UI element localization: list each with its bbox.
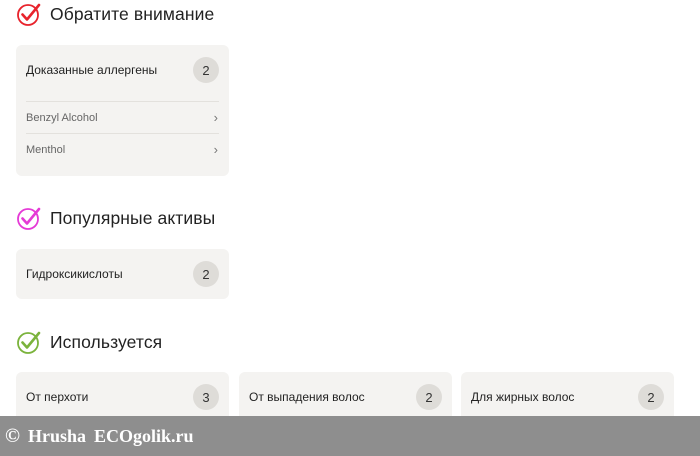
allergens-list: Benzyl Alcohol › Menthol ›	[16, 101, 229, 165]
oily-hair-count-badge: 2	[638, 384, 664, 410]
anti-dandruff-card[interactable]: От перхоти 3	[16, 372, 229, 422]
anti-hair-loss-label: От выпадения волос	[249, 390, 365, 404]
chevron-right-icon: ›	[213, 110, 218, 125]
anti-hair-loss-count-badge: 2	[416, 384, 442, 410]
hydroxy-acids-count-badge: 2	[193, 261, 219, 287]
section-header-popular: Популярные активы	[16, 205, 215, 231]
allergens-card-header[interactable]: Доказанные аллергены 2	[16, 45, 229, 95]
section-header-used: Используется	[16, 329, 162, 355]
list-item-benzyl-alcohol[interactable]: Benzyl Alcohol ›	[26, 101, 219, 133]
hydroxy-acids-label: Гидроксикислоты	[26, 267, 123, 281]
copyright-symbol: ©	[5, 424, 20, 447]
anti-dandruff-label: От перхоти	[26, 390, 89, 404]
oily-hair-card[interactable]: Для жирных волос 2	[461, 372, 674, 422]
watermark-bar: © Hrusha ECOgolik.ru	[0, 416, 700, 456]
allergens-card: Доказанные аллергены 2 Benzyl Alcohol › …	[16, 45, 229, 176]
list-item-label: Benzyl Alcohol	[26, 111, 98, 124]
list-item-menthol[interactable]: Menthol ›	[26, 133, 219, 165]
chevron-right-icon: ›	[213, 142, 218, 157]
section-title-used: Используется	[50, 331, 163, 352]
check-circle-green-icon	[16, 329, 42, 355]
section-header-attention: Обратите внимание	[16, 1, 214, 27]
oily-hair-label: Для жирных волос	[471, 390, 575, 404]
check-circle-red-icon	[16, 1, 42, 27]
check-circle-pink-icon	[16, 205, 42, 231]
section-title-popular: Популярные активы	[50, 207, 216, 228]
allergens-count-badge: 2	[193, 57, 219, 83]
list-item-label: Menthol	[26, 143, 66, 156]
anti-hair-loss-card[interactable]: От выпадения волос 2	[239, 372, 452, 422]
allergens-label: Доказанные аллергены	[26, 63, 158, 77]
watermark-site: ECOgolik.ru	[93, 425, 194, 446]
hydroxy-acids-card[interactable]: Гидроксикислоты 2	[16, 249, 229, 299]
anti-dandruff-count-badge: 3	[193, 384, 219, 410]
watermark-author: Hrusha	[27, 425, 86, 446]
section-title-attention: Обратите внимание	[50, 3, 215, 24]
